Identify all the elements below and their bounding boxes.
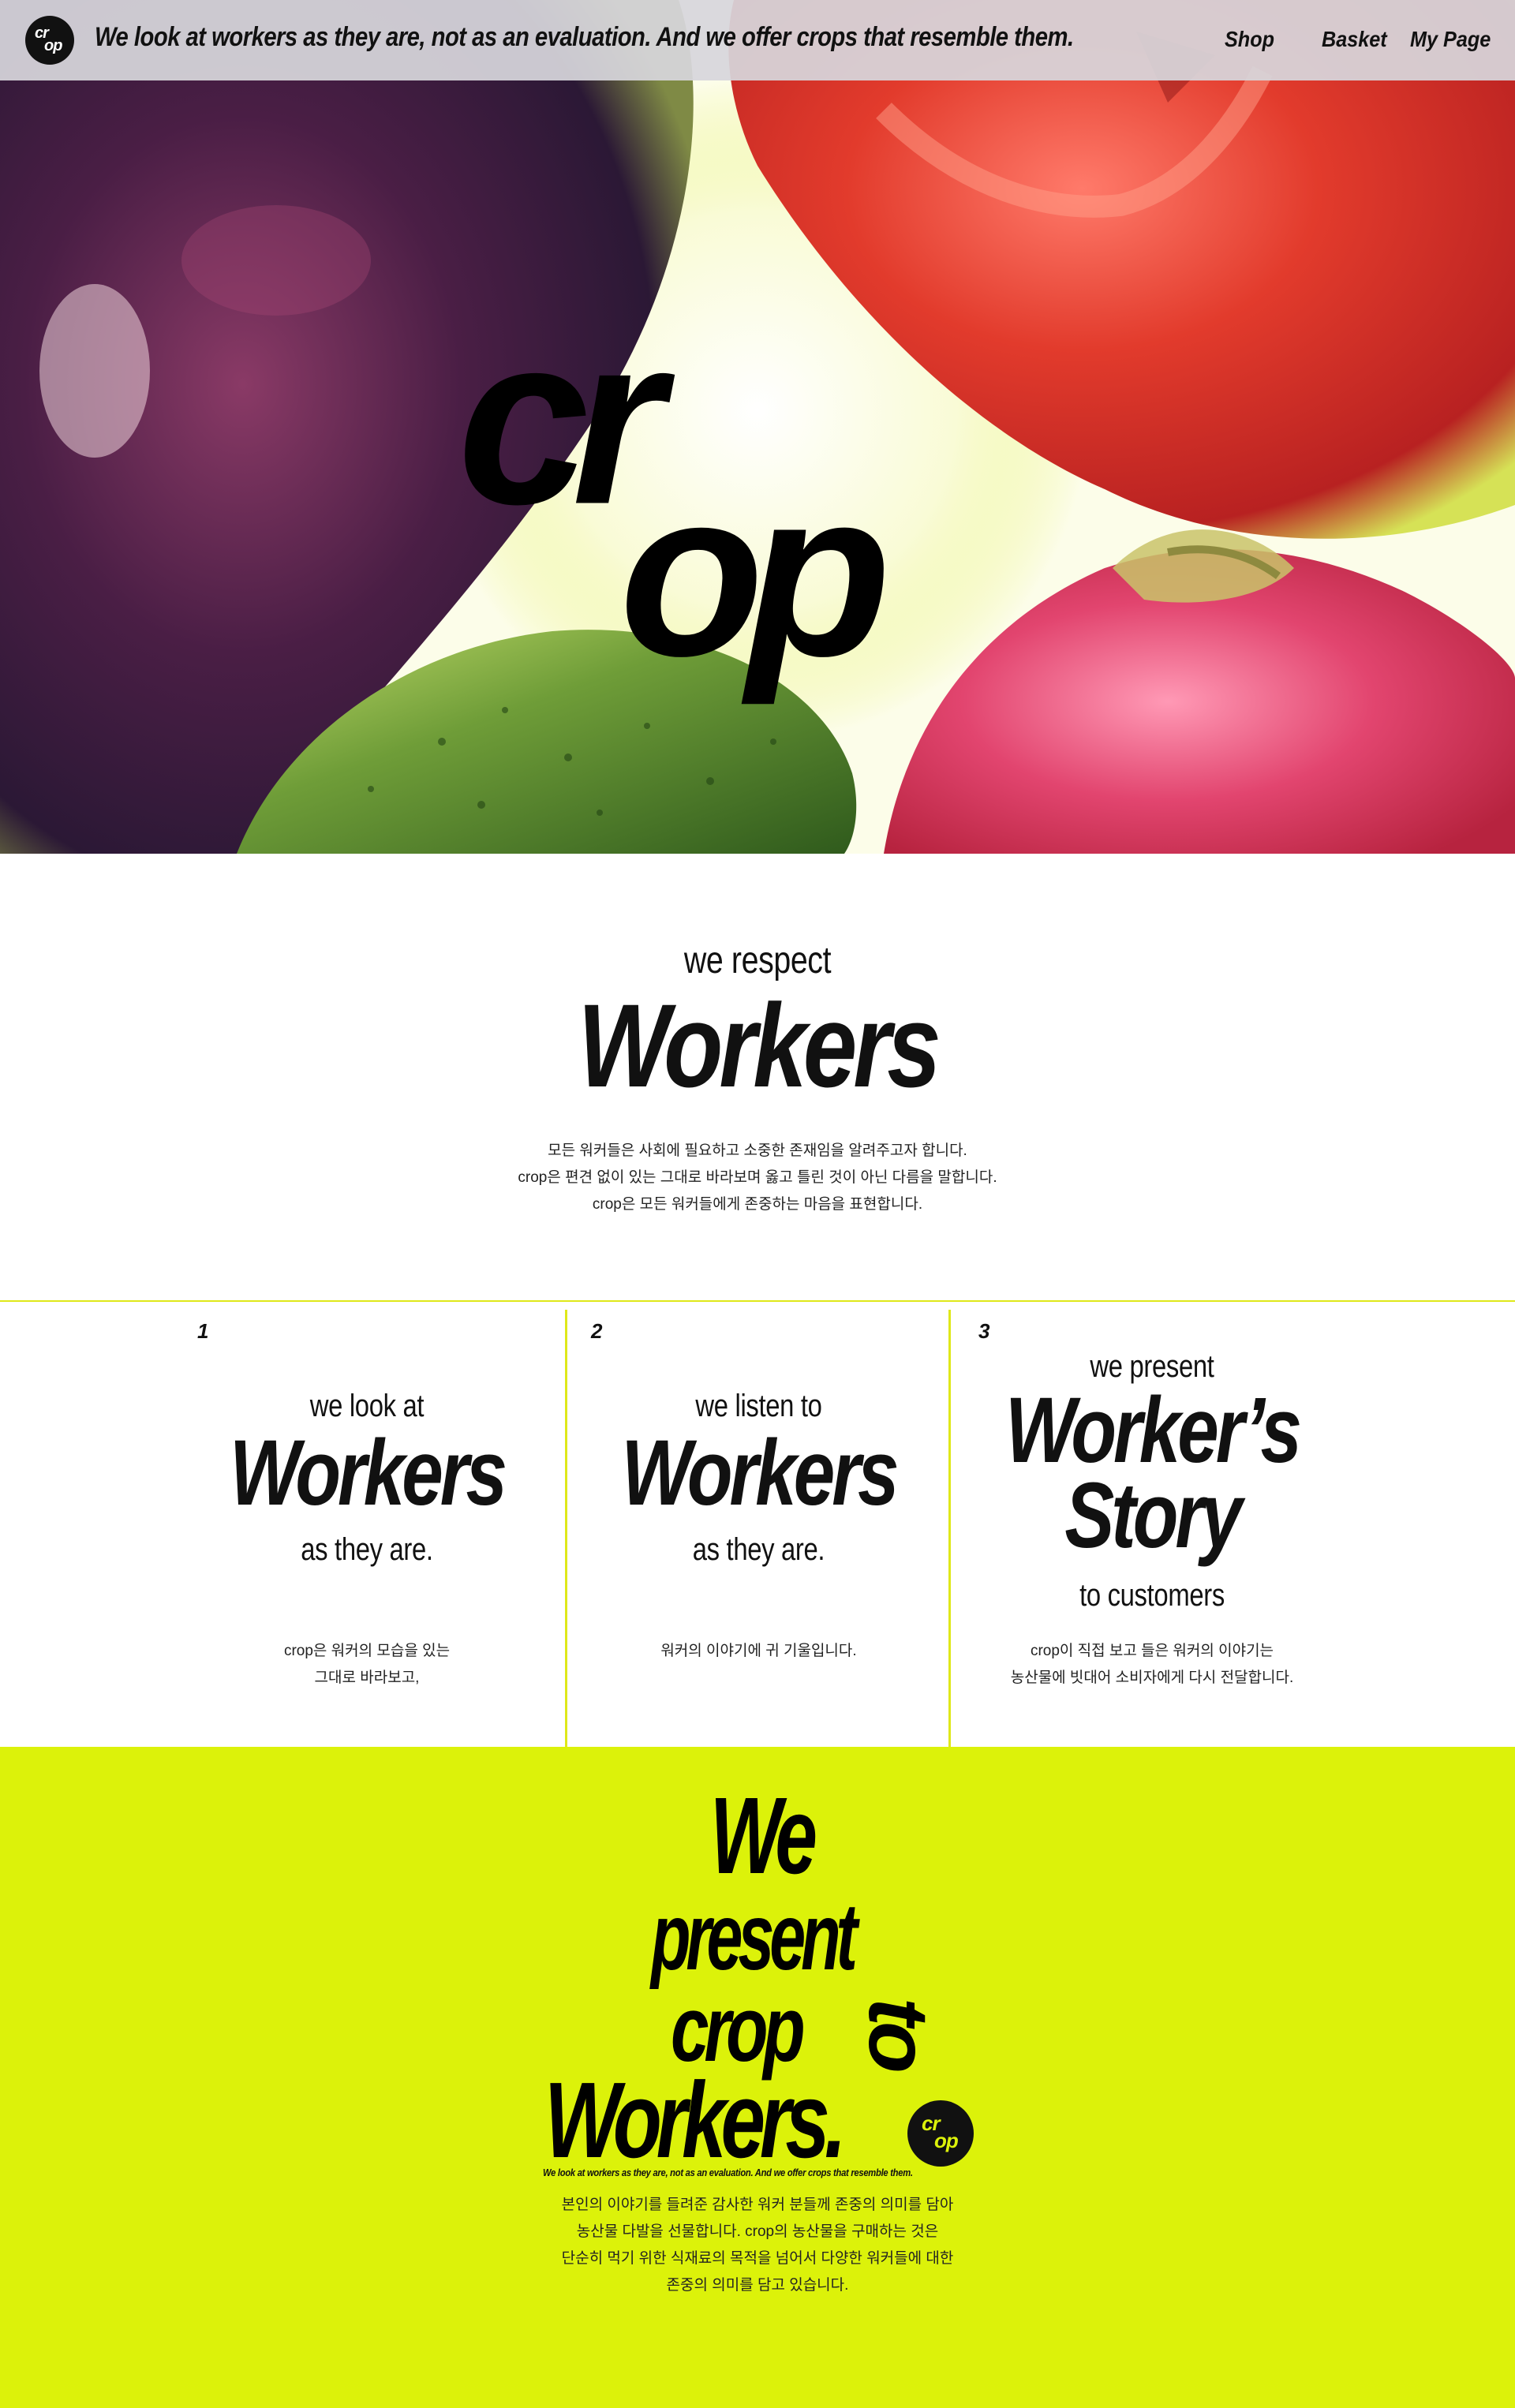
hero-logo-bottom: op	[619, 440, 887, 707]
column-big-text: Story	[1064, 1464, 1242, 1568]
present-section: We present crop to Workers. cr op We loo…	[0, 1747, 1515, 2408]
column-number: 2	[591, 1319, 603, 1343]
header-tagline: We look at workers as they are, not as a…	[95, 22, 1074, 52]
respect-body-line: crop은 편견 없이 있는 그대로 바라보며 옳고 틀린 것이 아닌 다름을 …	[518, 1169, 997, 1186]
column-body-line: 농산물에 빗대어 소비자에게 다시 전달합니다.	[1010, 1670, 1294, 1686]
poster-present: present	[649, 1883, 861, 1990]
poster-to: to	[851, 1998, 947, 2071]
present-body-line: 농산물 다발을 선물합니다. crop의 농산물을 구매하는 것은	[576, 2223, 939, 2240]
column-number: 3	[978, 1319, 990, 1343]
value-column-2: 2 we listen to Workers as they are. 워커의 …	[567, 1302, 950, 1741]
column-top-text: we look at	[309, 1389, 425, 1423]
logo-line-2: op	[44, 37, 62, 54]
column-body: crop이 직접 보고 들은 워커의 이야기는 농산물에 빗대어 소비자에게 다…	[951, 1638, 1353, 1692]
respect-body: 모든 워커들은 사회에 필요하고 소중한 존재임을 알려주고자 합니다. cro…	[0, 1138, 1515, 1218]
column-body-line: 워커의 이야기에 귀 기울입니다.	[660, 1643, 857, 1659]
present-body-line: 본인의 이야기를 들려준 감사한 워커 분들께 존중의 의미를 담아	[561, 2197, 954, 2213]
column-top-text: we listen to	[695, 1389, 822, 1423]
poster-tagline: We look at workers as they are, not as a…	[543, 2167, 913, 2178]
column-bottom-text: to customers	[1079, 1578, 1225, 1613]
crop-logo-icon[interactable]: cr op	[25, 16, 74, 65]
value-column-3: 3 we present Worker’s Story to customers…	[951, 1302, 1353, 1741]
column-number: 1	[197, 1319, 209, 1343]
column-big-text: Workers	[621, 1421, 899, 1525]
present-body-line: 단순히 먹기 위한 식재료의 목적을 넘어서 다양한 워커들에 대한	[561, 2250, 954, 2267]
poster-we: We	[710, 1775, 815, 1897]
nav-shop-link[interactable]: Shop	[1225, 27, 1274, 52]
column-body-line: crop이 직접 보고 들은 워커의 이야기는	[1030, 1643, 1274, 1659]
respect-body-line: crop은 모든 워커들에게 존중하는 마음을 표현합니다.	[592, 1196, 923, 1213]
hero-vegetables-image: cr op	[0, 0, 1515, 854]
poster-typography: We present crop to Workers.	[544, 1775, 947, 2181]
present-body: 본인의 이야기를 들려준 감사한 워커 분들께 존중의 의미를 담아 농산물 다…	[0, 2192, 1515, 2299]
column-big-text: Workers	[229, 1421, 507, 1525]
crop-logo-icon: cr op	[907, 2100, 974, 2167]
present-body-line: 존중의 의미를 담고 있습니다.	[666, 2277, 849, 2294]
column-body-line: crop은 워커의 모습을 있는	[283, 1643, 451, 1659]
badge-line-2: op	[934, 2129, 959, 2152]
column-bottom-text: as they are.	[692, 1532, 825, 1567]
column-body: crop은 워커의 모습을 있는 그대로 바라보고,	[166, 1638, 568, 1692]
hero-banner: cr op	[0, 0, 1515, 854]
top-navigation-bar: cr op We look at workers as they are, no…	[0, 0, 1515, 80]
respect-title: Workers	[578, 979, 941, 1112]
poster-workers: Workers.	[544, 2060, 841, 2180]
respect-kicker: we respect	[683, 940, 832, 982]
respect-body-line: 모든 워커들은 사회에 필요하고 소중한 존재임을 알려주고자 합니다.	[548, 1142, 967, 1159]
column-body-line: 그대로 바라보고,	[314, 1670, 420, 1686]
respect-section: we respect Workers 모든 워커들은 사회에 필요하고 소중한 …	[0, 854, 1515, 1300]
column-body: 워커의 이야기에 귀 기울입니다.	[567, 1638, 950, 1665]
values-columns: 1 we look at Workers as they are. crop은 …	[0, 1300, 1515, 1747]
nav-basket-link[interactable]: Basket	[1322, 27, 1387, 52]
value-column-1: 1 we look at Workers as they are. crop은 …	[166, 1302, 568, 1741]
column-bottom-text: as they are.	[301, 1532, 433, 1567]
nav-mypage-link[interactable]: My Page	[1410, 27, 1491, 52]
